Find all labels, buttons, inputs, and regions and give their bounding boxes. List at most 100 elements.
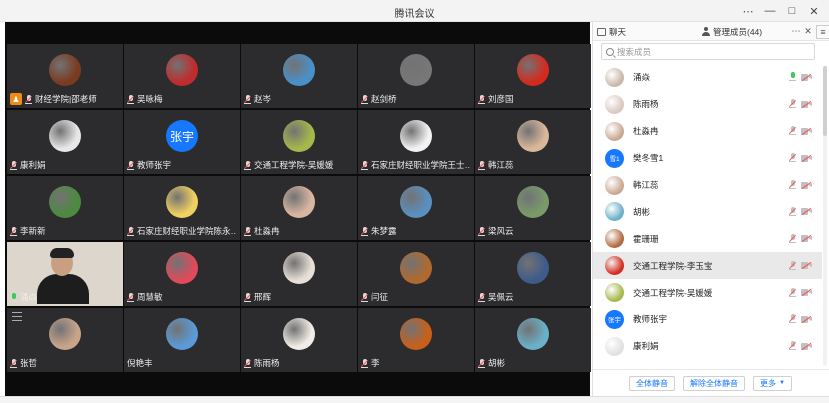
microphone-muted-icon xyxy=(10,160,18,170)
microphone-muted-icon[interactable] xyxy=(788,287,797,298)
more-options-icon[interactable]: ⋯ xyxy=(737,2,759,20)
member-row[interactable]: 霍珊珊 xyxy=(593,225,822,252)
video-tile[interactable]: 韩江蕊 xyxy=(475,110,591,174)
microphone-muted-icon[interactable] xyxy=(788,153,797,163)
member-row[interactable]: 张宇 教师张宇 xyxy=(593,306,822,333)
microphone-muted-icon xyxy=(478,226,486,236)
avatar xyxy=(49,120,81,152)
microphone-muted-icon[interactable] xyxy=(788,206,797,217)
video-tile[interactable]: 陈雨杨 xyxy=(241,308,357,372)
video-tile[interactable]: 倪艳丰 xyxy=(124,308,240,372)
video-tile[interactable]: 石家庄财经职业学院陈永… xyxy=(124,176,240,240)
panel-menu-icon[interactable]: ≡ xyxy=(816,24,829,39)
maximize-icon[interactable]: □ xyxy=(781,2,803,20)
member-row[interactable]: 胡彬 xyxy=(593,198,822,225)
member-row[interactable]: 陈雨杨 xyxy=(593,91,822,118)
video-tile[interactable]: 梁风云 xyxy=(475,176,591,240)
video-tile[interactable]: 张宇 教师张宇 xyxy=(124,110,240,174)
video-tile[interactable]: 胡彬 xyxy=(475,308,591,372)
member-row[interactable]: 交通工程学院-吴媛媛 xyxy=(593,279,822,306)
camera-off-icon[interactable] xyxy=(801,208,812,216)
avatar xyxy=(605,121,624,141)
microphone-muted-icon[interactable] xyxy=(788,233,797,244)
member-controls xyxy=(789,72,812,82)
microphone-muted-icon[interactable] xyxy=(788,99,797,109)
camera-off-icon[interactable] xyxy=(801,288,812,297)
panel-tabs: 聊天 管理成员(44) ⋯ ✕ ≡ xyxy=(593,22,829,41)
video-tile[interactable]: 李新新 xyxy=(7,176,123,240)
more-button[interactable]: 更多 ▼ xyxy=(753,375,792,391)
search-input[interactable] xyxy=(617,46,797,57)
tile-label: 闫征 xyxy=(361,291,471,303)
member-row[interactable]: 雪1 樊冬雪1 xyxy=(593,145,822,172)
tile-label: 吴咏梅 xyxy=(127,93,237,105)
video-tile[interactable]: 康利娟 xyxy=(7,110,123,174)
participant-name: 邢辉 xyxy=(254,292,272,302)
member-list-scrollbar[interactable] xyxy=(823,66,827,366)
microphone-icon[interactable] xyxy=(789,72,796,82)
member-name: 交通工程学院-李玉宝 xyxy=(633,260,713,271)
avatar xyxy=(605,256,624,276)
microphone-muted-icon xyxy=(127,94,135,104)
camera-off-icon[interactable] xyxy=(801,181,812,189)
camera-off-icon[interactable] xyxy=(801,262,812,270)
tile-label: 梁风云 xyxy=(478,225,588,237)
camera-off-icon[interactable] xyxy=(801,100,812,108)
menu-icon[interactable] xyxy=(12,312,22,321)
video-tile[interactable]: 闫征 xyxy=(358,242,474,306)
microphone-muted-icon xyxy=(10,358,18,368)
member-controls xyxy=(788,206,812,217)
avatar: 张宇 xyxy=(166,120,198,152)
tile-label: 张哲 xyxy=(10,357,120,369)
microphone-muted-icon[interactable] xyxy=(788,341,797,351)
microphone-muted-icon[interactable] xyxy=(788,260,797,271)
video-tile[interactable]: 张哲 xyxy=(7,308,123,372)
video-tile[interactable]: 杜淼冉 xyxy=(241,176,357,240)
video-tile[interactable]: 交通工程学院-吴媛媛 xyxy=(241,110,357,174)
microphone-muted-icon[interactable] xyxy=(788,180,797,190)
member-row[interactable]: 杜淼冉 xyxy=(593,118,822,145)
minimize-icon[interactable]: — xyxy=(759,2,781,20)
tab-members[interactable]: 管理成员(44) xyxy=(701,22,781,41)
member-name: 教师张宇 xyxy=(633,314,668,325)
avatar xyxy=(400,186,432,218)
video-tile[interactable]: 李 xyxy=(358,308,474,372)
video-tile[interactable]: 吴咏梅 xyxy=(124,44,240,108)
tab-chat[interactable]: 聊天 xyxy=(597,22,697,41)
microphone-muted-icon xyxy=(478,160,486,170)
video-tile[interactable]: ♟ 财经学院|邵老师 xyxy=(7,44,123,108)
video-tile[interactable]: 吴佩云 xyxy=(475,242,591,306)
video-tile[interactable]: 赵岑 xyxy=(241,44,357,108)
tile-label: ♟ 财经学院|邵老师 xyxy=(10,93,120,105)
microphone-muted-icon xyxy=(478,94,486,104)
video-tile[interactable]: 邢辉 xyxy=(241,242,357,306)
video-tile[interactable]: 刘彦国 xyxy=(475,44,591,108)
participant-name: 周慧敏 xyxy=(137,292,163,302)
member-row[interactable]: 涌焱 xyxy=(593,64,822,91)
panel-close-icon[interactable]: ✕ xyxy=(802,26,814,37)
camera-off-icon[interactable] xyxy=(801,235,812,243)
member-row[interactable]: 康利娟 xyxy=(593,333,822,360)
video-tile[interactable]: 朱梦露 xyxy=(358,176,474,240)
avatar xyxy=(283,252,315,284)
close-icon[interactable]: ✕ xyxy=(803,2,825,20)
scrollbar-thumb[interactable] xyxy=(823,66,827,136)
camera-off-icon[interactable] xyxy=(801,154,812,162)
participant-name: 张哲 xyxy=(20,358,38,368)
camera-off-icon[interactable] xyxy=(801,73,812,82)
member-search[interactable] xyxy=(601,43,815,60)
video-tile[interactable]: 涌焱 xyxy=(7,242,123,306)
video-tile[interactable]: 周慧敏 xyxy=(124,242,240,306)
unmute-all-button[interactable]: 解除全体静音 xyxy=(683,375,745,391)
microphone-muted-icon[interactable] xyxy=(788,314,797,324)
camera-off-icon[interactable] xyxy=(801,342,812,350)
video-tile[interactable]: 赵剑桥 xyxy=(358,44,474,108)
camera-off-icon[interactable] xyxy=(801,127,812,135)
member-row[interactable]: 韩江蕊 xyxy=(593,172,822,199)
panel-more-icon[interactable]: ⋯ xyxy=(790,26,802,37)
video-tile[interactable]: 石家庄财经职业学院王士… xyxy=(358,110,474,174)
camera-off-icon[interactable] xyxy=(801,315,812,324)
member-row[interactable]: 交通工程学院-李玉宝 xyxy=(593,252,822,280)
microphone-muted-icon[interactable] xyxy=(788,126,797,136)
mute-all-button[interactable]: 全体静音 xyxy=(629,375,675,391)
